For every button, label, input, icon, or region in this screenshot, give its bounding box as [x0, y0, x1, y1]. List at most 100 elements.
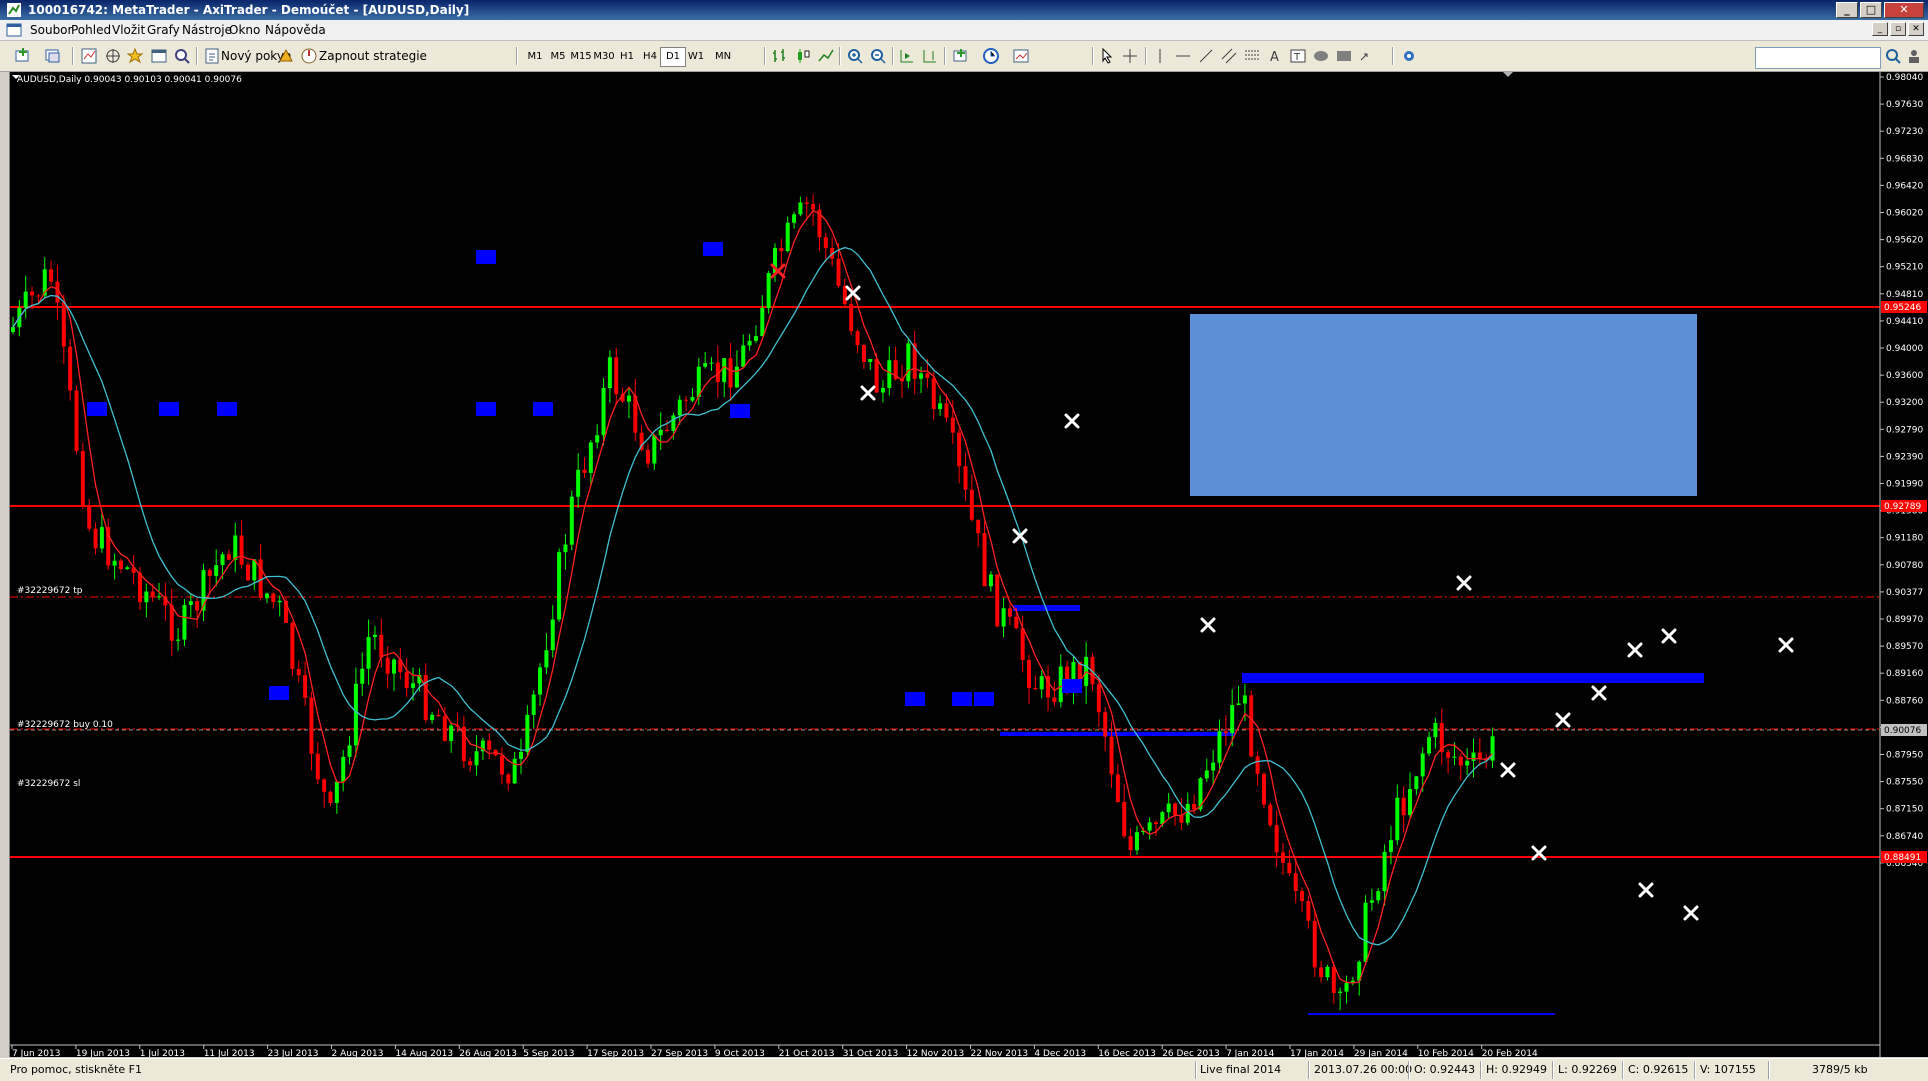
auto-scroll-icon[interactable] [898, 47, 916, 65]
cursor-icon[interactable] [1098, 47, 1116, 65]
child-restore-button[interactable]: ▫ [1890, 22, 1906, 36]
child-close-button[interactable]: ✕ [1908, 22, 1924, 36]
text-icon[interactable]: A [1266, 47, 1284, 65]
price-chart[interactable]: 0.98040 0.97630 0.97230 0.96830 0.96420 0.960… [10, 72, 1928, 1059]
menu-help[interactable]: Nápověda [265, 23, 326, 37]
candle-body [1134, 832, 1139, 851]
bar-chart-icon[interactable] [771, 47, 789, 65]
line-chart-icon[interactable] [817, 47, 835, 65]
candle-body [976, 519, 981, 534]
ellipse-icon[interactable] [1312, 47, 1330, 65]
target-zone-rectangle[interactable] [1190, 314, 1697, 496]
fibonacci-icon[interactable] [1243, 47, 1261, 65]
candle-body [195, 601, 200, 611]
close-button[interactable]: ✕ [1884, 2, 1924, 18]
metaeditor-icon[interactable] [277, 47, 295, 65]
candle-body [1027, 659, 1031, 688]
candle-body [938, 403, 943, 410]
candle-body [1274, 825, 1279, 853]
indicators-icon[interactable] [952, 47, 970, 65]
community-icon[interactable] [1905, 47, 1923, 65]
candle-body [1261, 773, 1266, 805]
periods-icon[interactable] [982, 47, 1000, 65]
candle-body [652, 435, 657, 464]
candle-body [1173, 803, 1178, 815]
tf-mn[interactable]: MN [710, 47, 736, 67]
svg-text:A: A [1270, 50, 1279, 65]
candle-body [1471, 752, 1476, 761]
rectangle-icon[interactable] [1335, 47, 1353, 65]
minimize-button[interactable]: _ [1836, 2, 1858, 18]
chart-window-icon[interactable] [6, 22, 22, 38]
price-label: 0.89570 [1886, 642, 1923, 652]
candle-body [1103, 712, 1108, 737]
app-icon [7, 3, 21, 17]
status-low: L: 0.92269 [1558, 1063, 1617, 1076]
candle-body [626, 395, 631, 402]
maximize-button[interactable]: □ [1860, 2, 1882, 18]
new-chart-icon[interactable] [14, 47, 32, 65]
status-profile[interactable]: Live final 2014 [1200, 1063, 1281, 1077]
candle-body [36, 295, 41, 297]
candle-body [1376, 891, 1381, 901]
date-label: 17 Jan 2014 [1290, 1049, 1344, 1057]
candle-body [595, 435, 600, 443]
price-label: 0.90377 [1886, 588, 1923, 598]
candle-body [150, 591, 155, 598]
price-label: 0.96420 [1886, 181, 1923, 191]
menu-charts[interactable]: Grafy [147, 23, 180, 37]
price-label: 0.91990 [1886, 480, 1923, 490]
channel-icon[interactable] [1220, 47, 1238, 65]
horizontal-line-icon[interactable] [1174, 47, 1192, 65]
candle-body [925, 373, 930, 378]
zoom-in-icon[interactable] [846, 47, 864, 65]
autotrading-button[interactable]: Zapnout strategie [319, 46, 427, 66]
autotrading-icon[interactable] [300, 47, 318, 65]
child-minimize-button[interactable]: _ [1872, 22, 1888, 36]
candle-body [804, 202, 809, 204]
menu-tools[interactable]: Nástroje [182, 23, 232, 37]
chart-shift-icon[interactable] [921, 47, 939, 65]
terminal-icon[interactable] [150, 47, 168, 65]
candle-body [499, 755, 504, 775]
arrows-icon[interactable] [1358, 47, 1376, 65]
candle-body [1420, 753, 1425, 777]
candle-body [214, 565, 219, 576]
vertical-line-icon[interactable] [1151, 47, 1169, 65]
chart-area[interactable]: 0.98040 0.97630 0.97230 0.96830 0.96420 0.960… [10, 72, 1928, 1059]
resistance-price-tag-text: 0.95246 [1884, 303, 1921, 313]
candle-body [988, 574, 993, 587]
menu-view[interactable]: Pohled [71, 23, 111, 37]
menu-insert[interactable]: Vložit [112, 23, 145, 37]
text-label-icon[interactable]: T [1289, 47, 1307, 65]
settings-gear-icon[interactable] [1400, 47, 1418, 65]
fractal-marker [533, 402, 553, 416]
menu-file[interactable]: Soubor [30, 23, 72, 37]
strategy-tester-icon[interactable] [173, 47, 191, 65]
tf-w1[interactable]: W1 [683, 47, 709, 67]
candle-body [849, 303, 854, 332]
zoom-out-icon[interactable] [869, 47, 887, 65]
price-label: 0.90780 [1886, 561, 1923, 571]
fractal-marker [1062, 679, 1082, 693]
market-watch-icon[interactable] [80, 47, 98, 65]
templates-icon[interactable] [1012, 47, 1030, 65]
new-order-icon[interactable] [203, 47, 221, 65]
navigator-icon[interactable] [104, 47, 122, 65]
candle-body [360, 668, 365, 684]
candle-body [1128, 836, 1133, 851]
profiles-icon[interactable] [44, 47, 62, 65]
search-icon[interactable] [1884, 47, 1902, 65]
crosshair-icon[interactable] [1121, 47, 1139, 65]
favorites-icon[interactable] [126, 47, 144, 65]
candle-body [1033, 687, 1038, 690]
candle-body [309, 697, 314, 754]
candlestick-icon[interactable] [794, 47, 812, 65]
menu-window[interactable]: Okno [229, 23, 260, 37]
candle-body [1401, 797, 1406, 816]
candle-body [519, 751, 523, 759]
candle-body [741, 345, 746, 367]
trendline-icon[interactable] [1197, 47, 1215, 65]
search-input[interactable] [1755, 47, 1881, 69]
candle-body [392, 659, 396, 674]
